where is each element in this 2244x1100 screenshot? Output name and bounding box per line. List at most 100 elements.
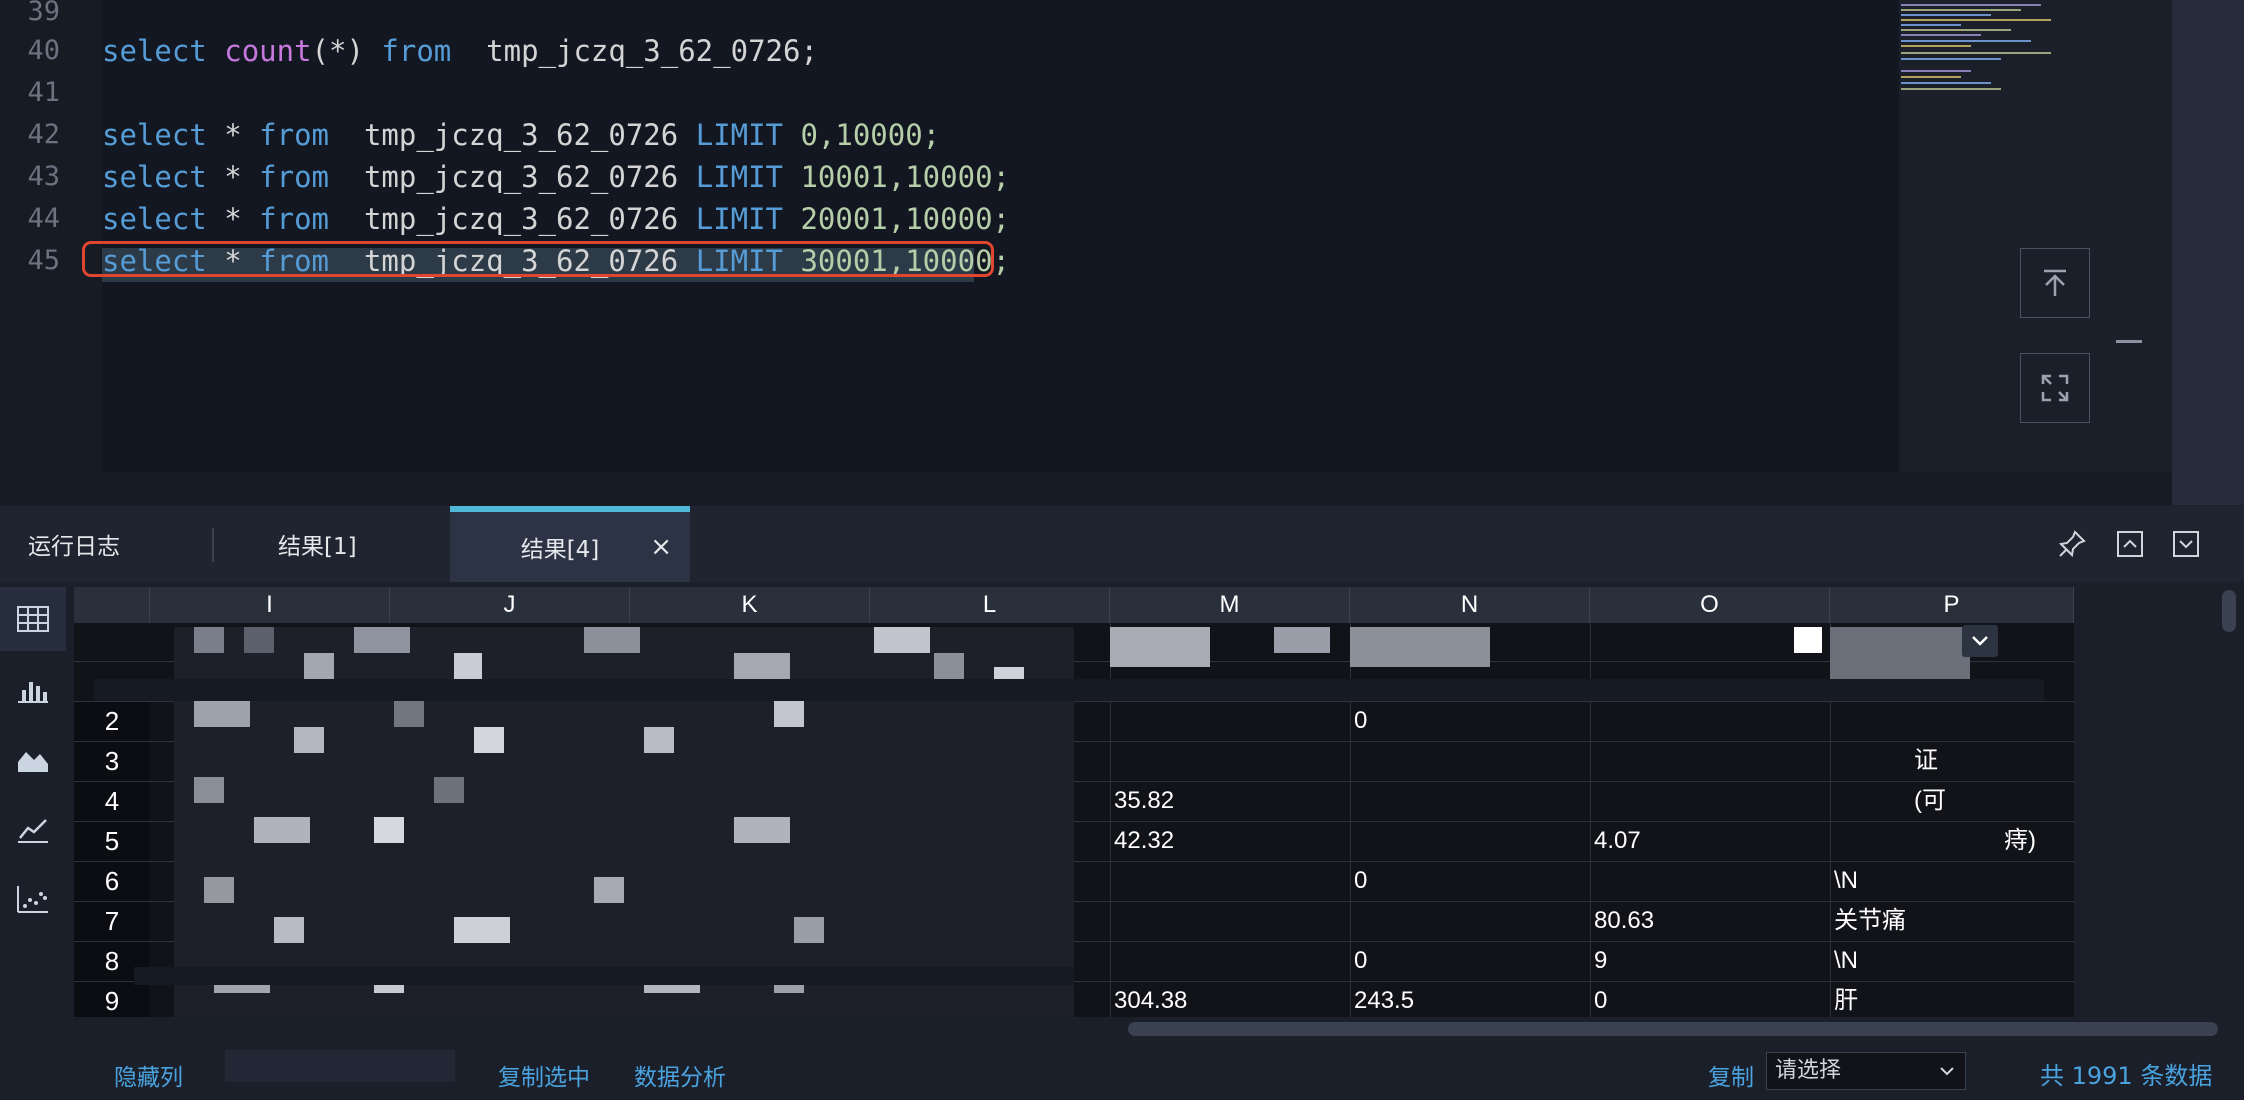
column-header[interactable]: J bbox=[390, 587, 630, 623]
table-cell[interactable]: 0 bbox=[1350, 861, 1590, 901]
select-value: 请选择 bbox=[1775, 1058, 1842, 1083]
code-line-44[interactable]: select * from tmp_jczq_3_62_0726 LIMIT 2… bbox=[102, 202, 1010, 236]
table-cell[interactable]: 4.07 bbox=[1590, 821, 1830, 861]
grid-side-panel bbox=[2074, 587, 2244, 1017]
chevron-down-icon bbox=[1972, 636, 1988, 646]
table-cell[interactable]: \N bbox=[1830, 941, 2070, 981]
table-name: tmp_jczq_3_62_0726; bbox=[486, 34, 818, 68]
column-header[interactable]: I bbox=[150, 587, 390, 623]
area-chart-icon bbox=[18, 752, 48, 772]
keyword: select bbox=[102, 118, 207, 152]
code-area[interactable] bbox=[102, 0, 1899, 472]
minimize-panel-button[interactable] bbox=[2168, 526, 2204, 562]
star: * bbox=[224, 160, 242, 194]
redacted-mosaic bbox=[1110, 627, 1210, 667]
row-number: 5 bbox=[74, 821, 150, 861]
table-cell[interactable]: 243.5 bbox=[1350, 981, 1590, 1017]
scroll-to-top-button[interactable] bbox=[2020, 248, 2090, 318]
results-tab-bar: 运行日志 结果[1] 结果[4] × bbox=[0, 506, 2244, 582]
editor-scroll-track[interactable] bbox=[2114, 0, 2172, 472]
table-view-button[interactable] bbox=[0, 587, 66, 651]
chevron-down-icon bbox=[2173, 531, 2199, 557]
row-number: 9 bbox=[74, 981, 150, 1017]
keyword: from bbox=[259, 118, 330, 152]
tab-run-log[interactable]: 运行日志 bbox=[28, 506, 120, 582]
row-number: 7 bbox=[74, 901, 150, 941]
keyword: select bbox=[102, 34, 207, 68]
table-cell[interactable]: 304.38 bbox=[1110, 981, 1350, 1017]
table-cell[interactable]: \N bbox=[1830, 861, 2070, 901]
keyword: from bbox=[259, 160, 330, 194]
line-number: 45 bbox=[27, 245, 60, 276]
table-cell[interactable]: 0 bbox=[1350, 701, 1590, 741]
redacted-mosaic bbox=[1794, 627, 1822, 653]
table-name: tmp_jczq_3_62_0726 bbox=[363, 160, 679, 194]
table-icon bbox=[17, 606, 49, 632]
tab-label: 结果[4] bbox=[520, 537, 600, 563]
code-line-40[interactable]: select count(*) from tmp_jczq_3_62_0726; bbox=[102, 34, 818, 68]
keyword: LIMIT bbox=[695, 160, 783, 194]
scatter-chart-button[interactable] bbox=[0, 867, 66, 931]
table-cell[interactable]: (可 bbox=[1834, 781, 2074, 821]
limit-value: 10001,10000; bbox=[800, 160, 1010, 194]
function-name: count bbox=[224, 34, 312, 68]
tab-result-1[interactable]: 结果[1] bbox=[278, 506, 357, 582]
redaction-bar bbox=[94, 679, 2044, 701]
table-cell[interactable]: 肝 bbox=[1830, 981, 2070, 1017]
expand-icon bbox=[2041, 374, 2069, 402]
column-header[interactable]: L bbox=[870, 587, 1110, 623]
keyword: select bbox=[102, 160, 207, 194]
close-icon[interactable]: × bbox=[650, 532, 672, 562]
column-header[interactable]: M bbox=[1110, 587, 1350, 623]
table-cell[interactable]: 9 bbox=[1590, 941, 1830, 981]
horizontal-scrollbar[interactable] bbox=[1128, 1022, 2218, 1036]
args: (*) bbox=[311, 34, 364, 68]
row-number: 3 bbox=[74, 741, 150, 781]
keyword: from bbox=[381, 34, 452, 68]
column-header[interactable]: N bbox=[1350, 587, 1590, 623]
pin-button[interactable] bbox=[2054, 526, 2090, 562]
line-number: 40 bbox=[27, 35, 60, 66]
hide-columns-link[interactable]: 隐藏列 bbox=[114, 1058, 183, 1092]
area-chart-button[interactable] bbox=[0, 727, 66, 791]
code-line-42[interactable]: select * from tmp_jczq_3_62_0726 LIMIT 0… bbox=[102, 118, 940, 152]
vertical-scrollbar[interactable] bbox=[2222, 590, 2236, 632]
result-grid[interactable]: I J K L M N O P 2 3 4 5 6 7 8 9 0 证 35.8… bbox=[74, 587, 2074, 1017]
chevron-up-icon bbox=[2117, 531, 2143, 557]
table-cell[interactable]: 42.32 bbox=[1110, 821, 1350, 861]
copy-selected-link[interactable]: 复制选中 bbox=[498, 1058, 590, 1092]
copy-format-select[interactable]: 请选择 bbox=[1766, 1052, 1966, 1090]
table-cell[interactable]: 0 bbox=[1590, 981, 1830, 1017]
row-number: 2 bbox=[74, 701, 150, 741]
line-number: 43 bbox=[27, 161, 60, 192]
bar-chart-button[interactable] bbox=[0, 657, 66, 721]
table-cell[interactable]: 0 bbox=[1350, 941, 1590, 981]
data-analysis-link[interactable]: 数据分析 bbox=[634, 1058, 726, 1092]
keyword: LIMIT bbox=[695, 202, 783, 236]
table-cell[interactable]: 关节痛 bbox=[1830, 901, 2070, 941]
code-line-43[interactable]: select * from tmp_jczq_3_62_0726 LIMIT 1… bbox=[102, 160, 1010, 194]
line-chart-button[interactable] bbox=[0, 797, 66, 861]
tab-label: 运行日志 bbox=[28, 534, 120, 560]
column-header[interactable]: O bbox=[1590, 587, 1830, 623]
scatter-chart-icon bbox=[17, 886, 48, 913]
table-cell[interactable]: 痔) bbox=[1834, 821, 2074, 861]
keyword: from bbox=[259, 202, 330, 236]
tab-result-4[interactable]: 结果[4] × bbox=[450, 506, 690, 582]
redaction-bar bbox=[134, 967, 1074, 985]
redacted-links bbox=[225, 1050, 455, 1082]
bar-chart-icon bbox=[18, 682, 48, 703]
redacted-mosaic bbox=[1350, 627, 1490, 667]
table-cell[interactable]: 80.63 bbox=[1590, 901, 1830, 941]
sql-editor[interactable]: 39 40 41 42 43 44 45 select count(*) fro… bbox=[0, 0, 2244, 505]
limit-value: 0,10000; bbox=[800, 118, 941, 152]
row-number: 6 bbox=[74, 861, 150, 901]
table-cell[interactable]: 证 bbox=[1834, 741, 2074, 781]
column-header[interactable]: K bbox=[630, 587, 870, 623]
table-cell[interactable]: 35.82 bbox=[1110, 781, 1350, 821]
row-dropdown-button[interactable] bbox=[1962, 625, 1998, 657]
maximize-panel-button[interactable] bbox=[2112, 526, 2148, 562]
column-header[interactable]: P bbox=[1830, 587, 2074, 623]
fullscreen-button[interactable] bbox=[2020, 353, 2090, 423]
limit-value: 20001,10000; bbox=[800, 202, 1010, 236]
